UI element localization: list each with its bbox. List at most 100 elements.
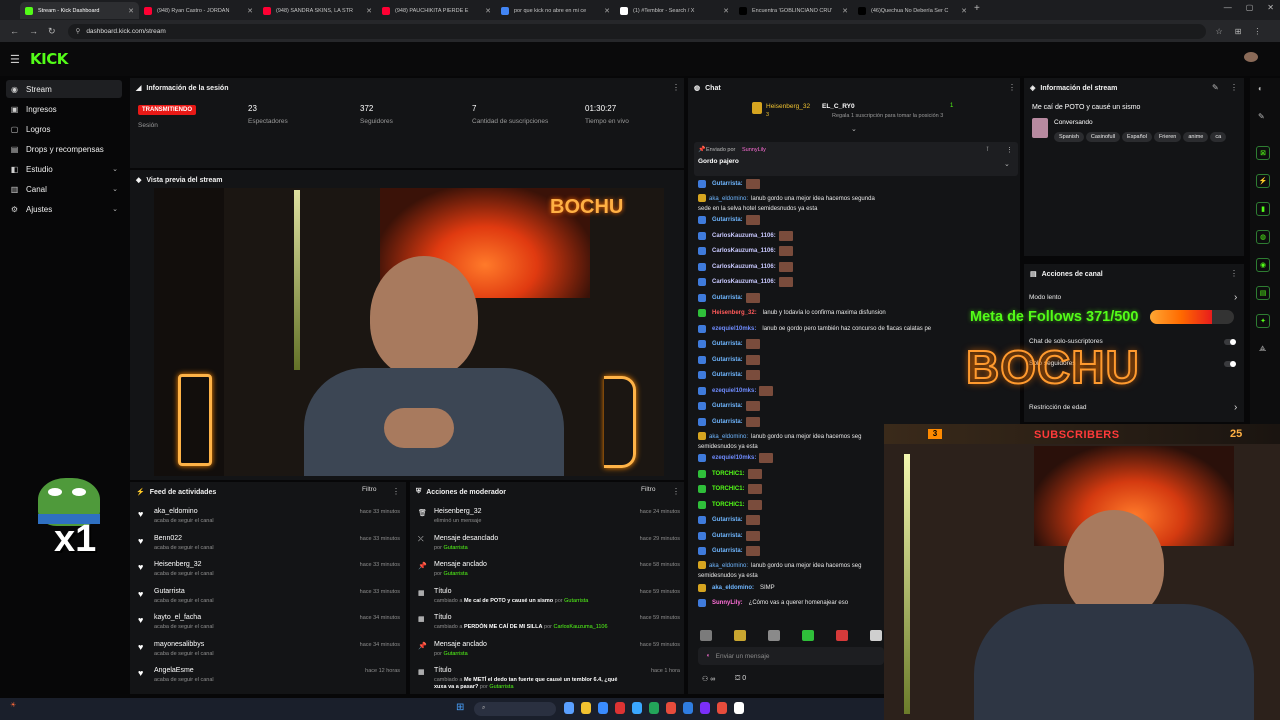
channel-action-restricci-n-de-edad[interactable]: Restricción de edad: [1029, 404, 1086, 411]
chat-username[interactable]: TORCHIC1:: [712, 502, 745, 508]
chat-username[interactable]: TORCHIC1:: [712, 486, 745, 492]
chat-message[interactable]: Gutarrista:: [698, 292, 760, 303]
chat-username[interactable]: Heisenberg_32:: [712, 310, 757, 316]
sidebar-item-logros[interactable]: ▢ Logros: [6, 120, 122, 138]
chat-message[interactable]: TORCHIC1:: [698, 484, 762, 495]
chat-message[interactable]: Gutarrista:: [698, 416, 760, 427]
taskbar-app-icon[interactable]: [700, 702, 710, 714]
activity-row[interactable]: ♥ Heisenberg_32 acaba de seguir el canal ha…: [138, 559, 400, 585]
browser-tab[interactable]: (46)Quechua No Debería Ser C ✕: [853, 2, 972, 19]
sidebar-item-estudio[interactable]: ◧ Estudio ⌄: [6, 160, 122, 178]
menu-kebab-icon[interactable]: ⋮: [1253, 27, 1261, 36]
pinned-menu-icon[interactable]: ⋮: [1006, 146, 1013, 154]
sidebar-item-stream[interactable]: ◉ Stream: [6, 80, 122, 98]
chat-message[interactable]: TORCHIC1:: [698, 499, 762, 510]
taskbar-app-icon[interactable]: [666, 702, 676, 714]
category-thumbnail[interactable]: [1032, 118, 1048, 138]
chat-message[interactable]: ezequiel10mks:: [698, 453, 774, 464]
chat-username[interactable]: Gutarrista:: [712, 548, 743, 554]
mod-user[interactable]: CarlosKauzuma_1106: [554, 624, 608, 630]
slow-mode-indicator[interactable]: ⚇ ∞: [702, 675, 715, 683]
chat-username[interactable]: CarlosKauzuma_1106:: [712, 248, 776, 254]
user-avatar[interactable]: [1244, 52, 1258, 62]
url-field[interactable]: ⚲ dashboard.kick.com/stream: [67, 23, 1206, 39]
quick-emote-icon[interactable]: [870, 630, 882, 641]
rail-tool-1-icon[interactable]: ⊠: [1256, 146, 1270, 160]
taskbar-app-icon[interactable]: [717, 702, 727, 714]
taskbar-app-icon[interactable]: [598, 702, 608, 714]
browser-tab[interactable]: Encuentra 'GOBLINCIANO CRU' ✕: [734, 2, 853, 19]
category-name[interactable]: Conversando: [1054, 119, 1093, 126]
taskbar-app-icon[interactable]: [581, 702, 591, 714]
chat-message[interactable]: Gutarrista:: [698, 339, 760, 350]
activity-row[interactable]: ♥ Benn022 acaba de seguir el canal hace 33 …: [138, 533, 400, 559]
chat-message[interactable]: Gutarrista:: [698, 215, 760, 226]
activity-menu-icon[interactable]: ⋮: [392, 487, 400, 496]
chat-username[interactable]: Gutarrista:: [712, 341, 743, 347]
browser-tab[interactable]: (948) PAUCHIKITA PIERDE E ✕: [377, 2, 496, 19]
session-menu-icon[interactable]: ⋮: [672, 83, 680, 92]
emote-picker-icon[interactable]: ◖: [706, 653, 710, 659]
mod-action-row[interactable]: 📌 Mensaje anclado por Gutarrista hace 59 mi…: [418, 639, 680, 665]
sidebar-item-canal[interactable]: ▥ Canal ⌄: [6, 180, 122, 198]
start-menu-icon[interactable]: ⊞: [456, 702, 464, 713]
rail-share-icon[interactable]: ⟁: [1259, 344, 1266, 354]
hamburger-menu-icon[interactable]: ☰: [10, 53, 20, 66]
tab-close-icon[interactable]: ✕: [485, 7, 491, 15]
browser-tab[interactable]: por que kick no abre en mi ce ✕: [496, 2, 615, 19]
stream-tag[interactable]: Español: [1122, 132, 1152, 142]
chat-menu-icon[interactable]: ⋮: [1008, 83, 1016, 92]
rail-chat-icon[interactable]: ◍: [1256, 230, 1270, 244]
chat-username[interactable]: Gutarrista:: [712, 419, 743, 425]
browser-tab[interactable]: Stream - Kick Dashboard ✕: [20, 2, 139, 19]
chat-username[interactable]: Gutarrista:: [712, 517, 743, 523]
unpin-icon[interactable]: ⊺: [986, 146, 989, 153]
stream-preview-video[interactable]: BOCHU: [154, 188, 664, 476]
tab-close-icon[interactable]: ✕: [247, 7, 253, 15]
chat-username[interactable]: ezequiel10mks:: [712, 326, 756, 332]
close-icon[interactable]: ✕: [1267, 3, 1274, 12]
chat-message[interactable]: CarlosKauzuma_1106:: [698, 230, 793, 241]
mod-action-row[interactable]: ⤫ Mensaje desanclado por Gutarrista hace 29…: [418, 533, 680, 559]
activity-row[interactable]: ♥ mayonesalibbys acaba de seguir el canal h…: [138, 639, 400, 665]
chat-username[interactable]: Gutarrista:: [712, 217, 743, 223]
chat-username[interactable]: aka_eldomino:: [709, 434, 748, 440]
mod-action-row[interactable]: ▦ Título cambiado a Me caí de POTO y causé…: [418, 586, 680, 612]
stream-tag[interactable]: ca: [1210, 132, 1227, 142]
chat-input[interactable]: ◖ Enviar un mensaje: [698, 647, 884, 665]
chat-message[interactable]: aka_eldomino: lanub gordo una mejor idea …: [698, 561, 888, 581]
browser-tab[interactable]: (1) #Temblor - Search / X ✕: [615, 2, 734, 19]
activity-row[interactable]: ♥ aka_eldomino acaba de seguir el canal hac…: [138, 506, 400, 532]
activity-filter-button[interactable]: Filtro: [362, 486, 376, 493]
stream-tag[interactable]: Spanish: [1054, 132, 1084, 142]
pinned-message[interactable]: 📌 Enviado por SunnyLily Gordo pajero ⊺ ⋮…: [694, 142, 1018, 176]
browser-tab[interactable]: (948) SANDRA SKINS, LA STR ✕: [258, 2, 377, 19]
chat-message[interactable]: TORCHIC1:: [698, 468, 762, 479]
chat-username[interactable]: Gutarrista:: [712, 533, 743, 539]
taskbar-app-icon[interactable]: [632, 702, 642, 714]
mod-action-row[interactable]: ▦ Título cambiado a PERDÓN ME CAÍ DE MI SI…: [418, 612, 680, 638]
expand-chevron-icon[interactable]: ⌄: [851, 125, 857, 133]
quick-emote-icon[interactable]: [836, 630, 848, 641]
toggle-switch[interactable]: [1224, 361, 1236, 367]
chat-username[interactable]: Gutarrista:: [712, 403, 743, 409]
taskbar-search[interactable]: ⌕: [474, 702, 556, 716]
forward-icon[interactable]: →: [29, 26, 38, 36]
quick-emote-icon[interactable]: [734, 630, 746, 641]
chat-message[interactable]: Gutarrista:: [698, 401, 760, 412]
chat-message[interactable]: aka_eldomino: SIMP: [698, 582, 775, 593]
chat-username[interactable]: Gutarrista:: [712, 181, 743, 187]
sidebar-item-ingresos[interactable]: ▣ Ingresos: [6, 100, 122, 118]
channel-action-modo-lento[interactable]: Modo lento: [1029, 294, 1061, 301]
chat-username[interactable]: CarlosKauzuma_1106:: [712, 233, 776, 239]
chat-message[interactable]: SunnyLily: ¿Cómo vas a querer homenajear …: [698, 598, 848, 609]
points-indicator[interactable]: ⛋ 0: [735, 675, 746, 683]
chat-message[interactable]: Gutarrista:: [698, 370, 760, 381]
kick-logo[interactable]: KICK: [30, 50, 68, 68]
chat-message[interactable]: Gutarrista:: [698, 178, 760, 189]
mod-user[interactable]: Gutarrista: [489, 684, 513, 690]
pinned-by-user[interactable]: SunnyLily: [742, 147, 766, 153]
site-info-icon[interactable]: ⚲: [76, 27, 81, 35]
toggle-switch[interactable]: [1224, 339, 1236, 345]
help-icon[interactable]: ◐: [1258, 84, 1263, 93]
